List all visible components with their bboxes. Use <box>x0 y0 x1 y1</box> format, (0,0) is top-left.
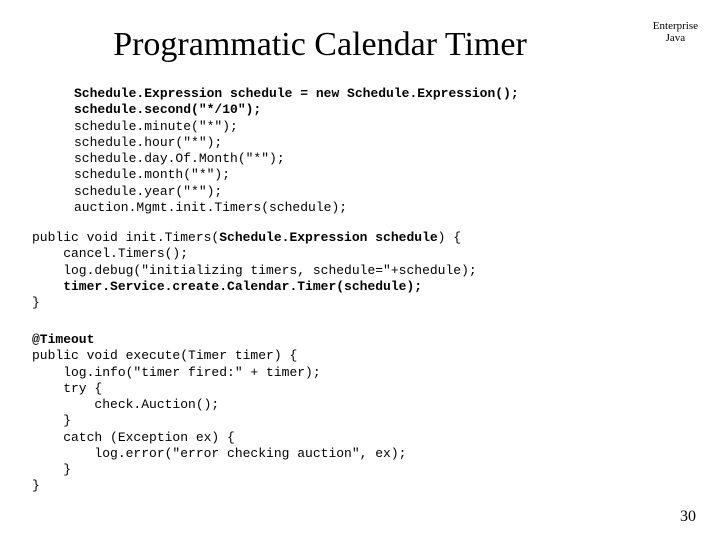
code-line: ) { <box>438 230 461 245</box>
code-line: } <box>32 478 40 493</box>
code-line: catch (Exception ex) { <box>32 430 235 445</box>
code-block-1: Schedule.Expression schedule = new Sched… <box>74 86 519 216</box>
corner-line2: Java <box>653 32 698 44</box>
code-line: try { <box>32 381 102 396</box>
code-line: schedule.day.Of.Month("*"); <box>74 151 285 166</box>
slide: Enterprise Java Programmatic Calendar Ti… <box>0 0 720 540</box>
code-line: auction.Mgmt.init.Timers(schedule); <box>74 200 347 215</box>
corner-line1: Enterprise <box>653 20 698 32</box>
code-line: Schedule.Expression schedule <box>219 230 437 245</box>
code-block-3: @Timeout public void execute(Timer timer… <box>32 332 406 495</box>
code-line: Schedule.Expression schedule = new Sched… <box>74 86 519 101</box>
code-line: public void init.Timers( <box>32 230 219 245</box>
code-line: timer.Service.create.Calendar.Timer(sche… <box>32 279 422 294</box>
code-line: } <box>32 462 71 477</box>
slide-title: Programmatic Calendar Timer <box>0 26 640 64</box>
code-line: check.Auction(); <box>32 397 219 412</box>
code-line: schedule.hour("*"); <box>74 135 222 150</box>
code-line: cancel.Timers(); <box>32 246 188 261</box>
code-line: schedule.year("*"); <box>74 184 222 199</box>
code-line: schedule.minute("*"); <box>74 119 238 134</box>
code-line: } <box>32 413 71 428</box>
code-line: @Timeout <box>32 332 94 347</box>
code-line: schedule.month("*"); <box>74 167 230 182</box>
code-block-2: public void init.Timers(Schedule.Express… <box>32 230 477 311</box>
code-line: schedule.second("*/10"); <box>74 102 261 117</box>
code-line: public void execute(Timer timer) { <box>32 348 297 363</box>
code-line: log.info("timer fired:" + timer); <box>32 365 321 380</box>
code-line: log.error("error checking auction", ex); <box>32 446 406 461</box>
corner-label: Enterprise Java <box>653 20 698 44</box>
page-number: 30 <box>680 508 696 526</box>
code-line: log.debug("initializing timers, schedule… <box>32 263 477 278</box>
code-line: } <box>32 295 40 310</box>
